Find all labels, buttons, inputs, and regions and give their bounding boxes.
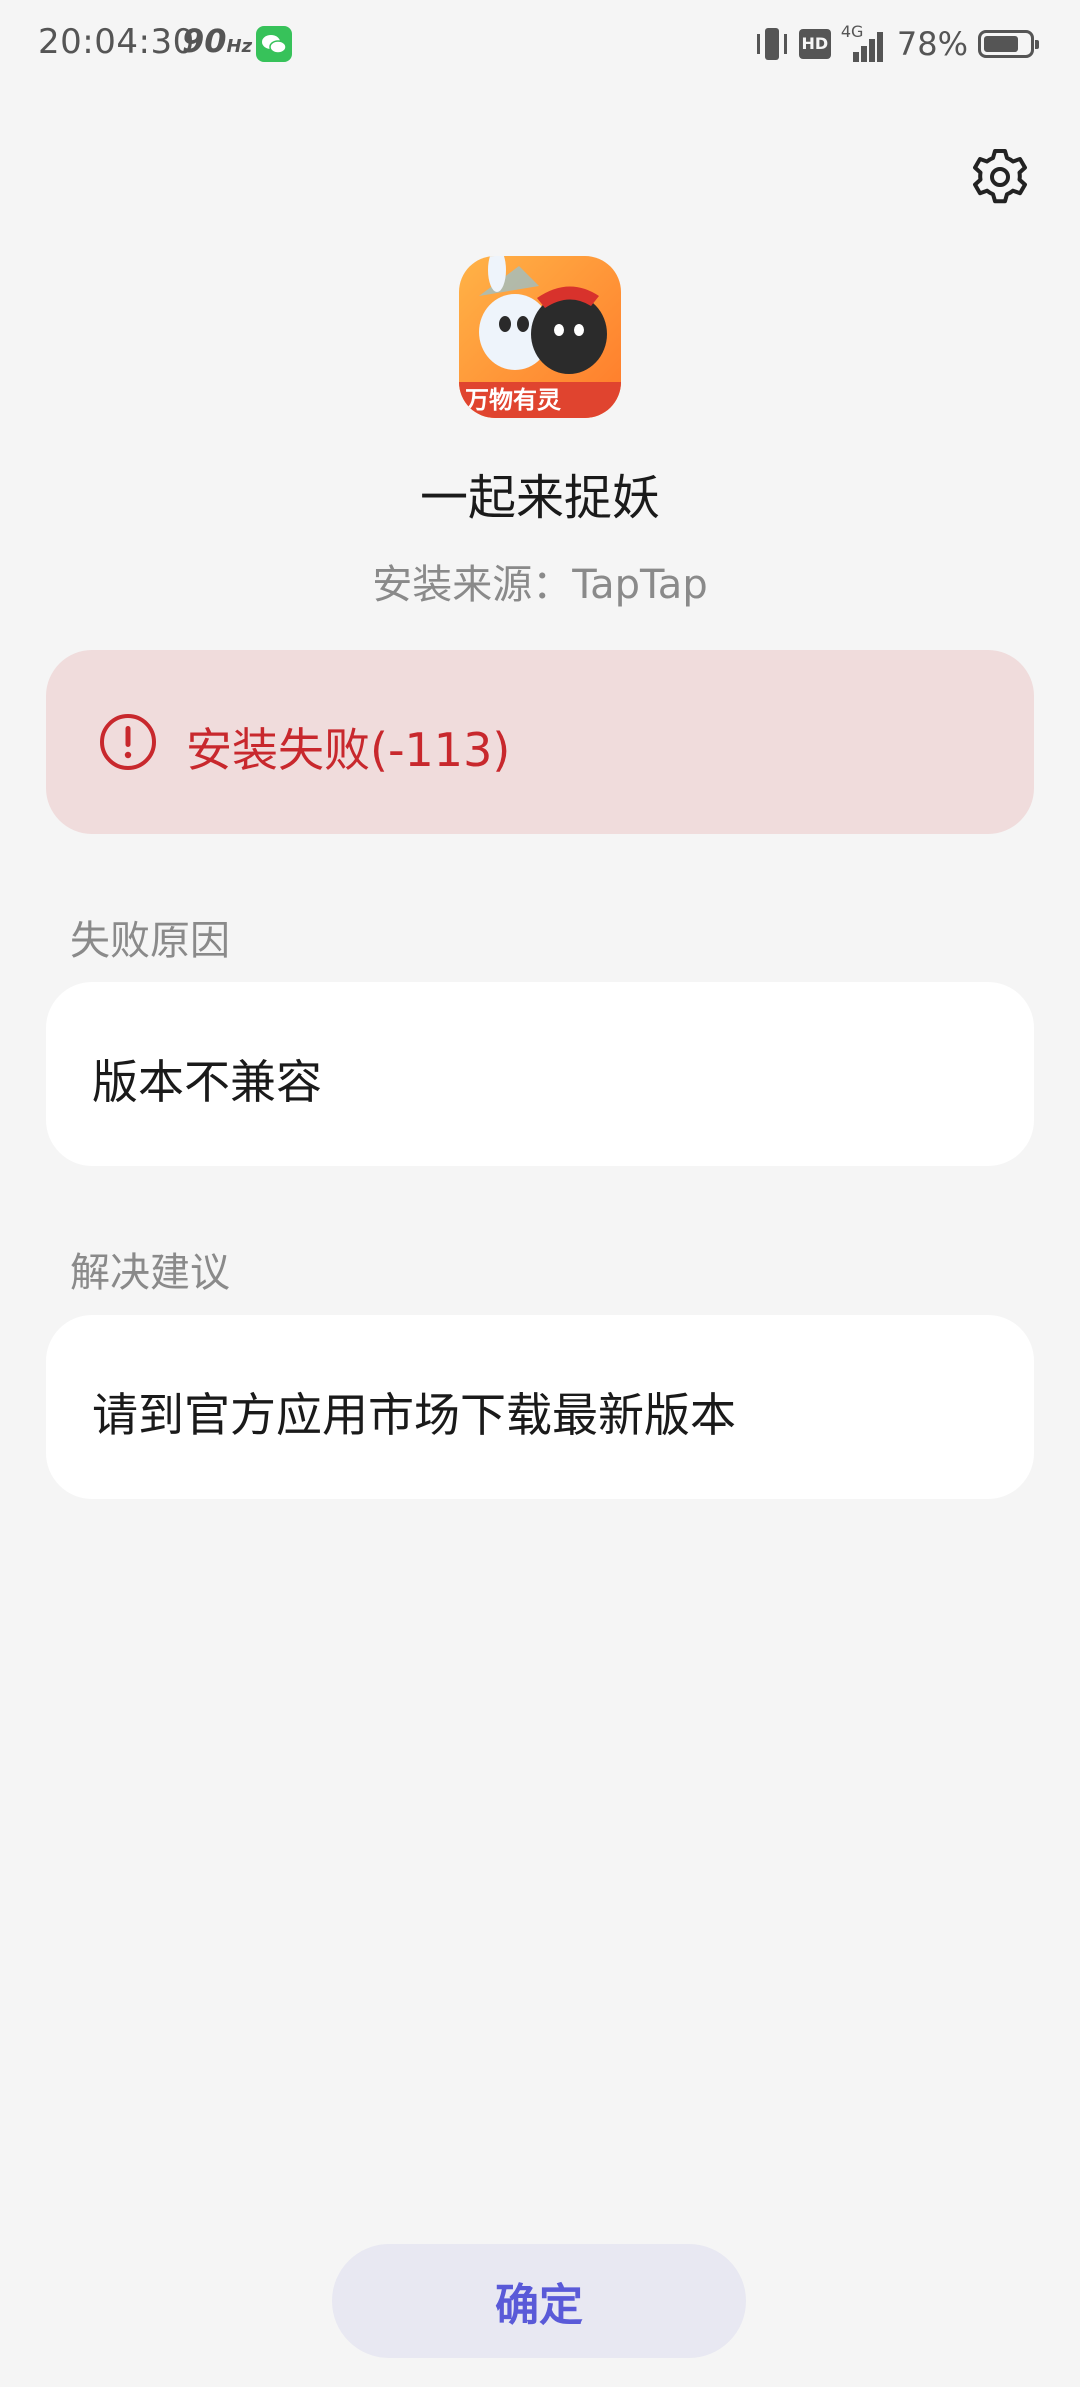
suggestion-text: 请到官方应用市场下载最新版本 [92, 1388, 736, 1442]
confirm-button[interactable]: 确定 [332, 2244, 746, 2358]
suggestion-label: 解决建议 [70, 1250, 230, 1296]
install-source: 安装来源：TapTap [372, 562, 708, 608]
battery-icon [978, 30, 1039, 58]
vibrate-icon [755, 26, 789, 62]
gear-icon [973, 149, 1027, 204]
error-alert-icon [100, 714, 156, 770]
error-message: 安装失败(-113) [186, 723, 511, 777]
status-bar: 20:04:30 90Hz HD 4G 78% [0, 0, 1080, 90]
failure-reason-label: 失败原因 [70, 918, 230, 964]
install-failure-screen: 20:04:30 90Hz HD 4G 78% 万物有灵 一起来捉妖 安装来源：… [0, 0, 1080, 2387]
hd-voice-icon: HD [798, 29, 831, 59]
suggestion-card: 请到官方应用市场下载最新版本 [46, 1315, 1034, 1499]
network-type: 4G [840, 22, 864, 41]
app-name: 一起来捉妖 [419, 470, 660, 526]
app-icon-caption: 万物有灵 [465, 386, 561, 414]
battery-fill [984, 36, 1018, 52]
status-icons: HD 4G 78% [755, 22, 1039, 64]
settings-button[interactable] [968, 145, 1032, 209]
refresh-rate-indicator: 90Hz [182, 22, 253, 60]
app-icon: 万物有灵 [459, 256, 621, 418]
signal-icon: 4G [841, 22, 887, 62]
failure-reason-text: 版本不兼容 [92, 1055, 322, 1109]
error-banner: 安装失败(-113) [46, 650, 1034, 834]
failure-reason-card: 版本不兼容 [46, 982, 1034, 1166]
status-time: 20:04:30 [38, 22, 195, 62]
battery-percent: 78% [896, 25, 968, 63]
wechat-notification-icon [256, 26, 292, 62]
